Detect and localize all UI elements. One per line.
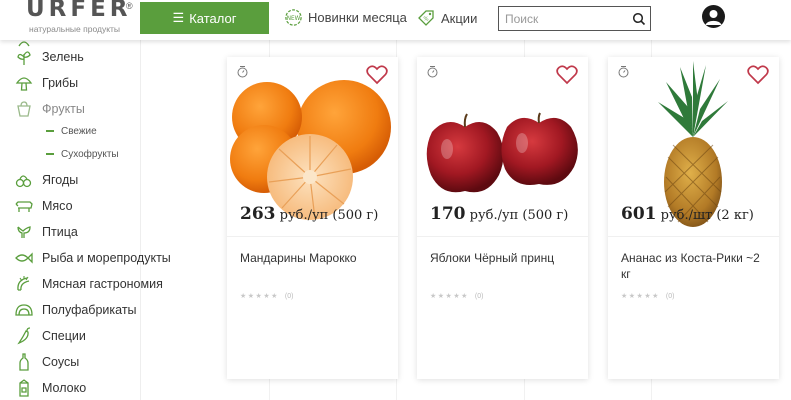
sidebar-item-label: Рыба и морепродукты <box>42 251 171 265</box>
product-card[interactable]: 170 руб./уп (500 г) Яблоки Чёрный принц … <box>417 57 588 379</box>
price-unit: руб./шт (2 кг) <box>660 208 754 223</box>
sidebar-item-label: Грибы <box>42 76 79 90</box>
product-card[interactable]: 601 руб./шт (2 кг) Ананас из Коста-Рики … <box>608 57 779 379</box>
sidebar-item-label: Ягоды <box>42 173 79 187</box>
dash-marker <box>46 130 54 132</box>
rating-stars-icon: ★★★★★ <box>621 293 660 300</box>
sidebar-item-fish[interactable]: Рыба и морепродукты <box>14 249 171 267</box>
product-name[interactable]: Яблоки Чёрный принц <box>430 250 580 266</box>
nav-new-of-month[interactable]: NEW Новинки месяца <box>284 8 407 27</box>
category-sidebar: Зелень Грибы Фрукты Свежие Сухофрукты Яг… <box>0 40 171 400</box>
bird-icon <box>14 223 34 241</box>
sidebar-item-berries[interactable]: Ягоды <box>14 171 78 189</box>
sidebar-item-milk[interactable]: Молоко <box>14 379 86 397</box>
sidebar-item-spices[interactable]: Специи <box>14 327 86 345</box>
nav-new-of-month-label: Новинки месяца <box>308 10 407 25</box>
sidebar-item-semi-finished[interactable]: Полуфабрикаты <box>14 301 137 319</box>
nav-promotions[interactable]: % Акции <box>416 8 477 28</box>
product-rating[interactable]: ★★★★★ (0) <box>240 292 294 301</box>
nav-promotions-label: Акции <box>441 10 478 26</box>
product-card[interactable]: 263 руб./уп (500 г) Мандарины Марокко ★★… <box>227 57 398 379</box>
fish-icon <box>14 249 34 267</box>
product-name[interactable]: Мандарины Марокко <box>240 250 390 266</box>
price-value: 170 <box>430 204 466 224</box>
sidebar-item-poultry[interactable]: Птица <box>14 223 78 241</box>
search-input[interactable] <box>499 11 627 26</box>
svg-text:%: % <box>423 17 428 23</box>
rating-count: (0) <box>284 292 294 300</box>
sidebar-item-label: Полуфабрикаты <box>42 303 137 317</box>
rating-stars-icon: ★★★★★ <box>240 293 279 300</box>
logo-text: URFER <box>26 0 132 22</box>
sidebar-item-sauces[interactable]: Соусы <box>14 353 79 371</box>
sidebar-item-meat[interactable]: Мясо <box>14 197 73 215</box>
search-box <box>498 6 651 31</box>
svg-text:NEW: NEW <box>287 16 301 22</box>
logo[interactable]: URFER ® натуральные продукты <box>26 0 136 38</box>
price-value: 601 <box>621 204 657 224</box>
divider <box>227 236 398 237</box>
sidebar-item-meat-deli[interactable]: Мясная гастрономия <box>14 275 163 293</box>
sidebar-item-fruits[interactable]: Фрукты <box>14 100 85 118</box>
product-rating[interactable]: ★★★★★ (0) <box>430 292 484 301</box>
rating-count: (0) <box>474 292 484 300</box>
price-unit: руб./уп (500 г) <box>279 208 379 223</box>
catalog-button-label: Каталог <box>189 10 237 26</box>
menu-icon: ☰ <box>172 10 185 25</box>
logo-registered-mark: ® <box>126 1 133 11</box>
sidebar-subitem-label: Свежие <box>61 125 97 137</box>
divider <box>417 236 588 237</box>
discount-tag-icon: % <box>418 10 434 26</box>
greens-icon <box>14 48 34 66</box>
bottle-icon <box>14 353 34 371</box>
sidebar-item-label: Соусы <box>42 355 80 369</box>
sidebar-item-label: Птица <box>42 225 78 239</box>
sidebar-item-mushrooms[interactable]: Грибы <box>14 74 78 92</box>
logo-subtitle: натуральные продукты <box>29 24 121 34</box>
mushroom-icon <box>14 74 34 92</box>
pepper-icon <box>14 327 34 345</box>
dumplings-icon <box>14 301 34 319</box>
favorite-heart-icon[interactable] <box>366 65 388 85</box>
sidebar-subitem-label: Сухофрукты <box>61 148 119 160</box>
new-badge-icon: NEW <box>285 9 302 26</box>
product-price: 170 руб./уп (500 г) <box>430 204 568 224</box>
sausage-icon <box>14 275 34 293</box>
rating-stars-icon: ★★★★★ <box>430 293 469 300</box>
sidebar-item-label: Молоко <box>42 381 87 395</box>
milk-icon <box>14 379 34 397</box>
sidebar-subitem-fresh[interactable]: Свежие <box>46 124 97 138</box>
rating-count: (0) <box>665 292 675 300</box>
divider <box>608 236 779 237</box>
product-price: 601 руб./шт (2 кг) <box>621 204 754 224</box>
catalog-button[interactable]: ☰ Каталог <box>140 2 269 34</box>
sidebar-item-label: Специи <box>42 329 86 343</box>
product-price: 263 руб./уп (500 г) <box>240 204 378 224</box>
sidebar-item-label: Фрукты <box>42 102 85 116</box>
price-value: 263 <box>240 204 276 224</box>
product-name[interactable]: Ананас из Коста-Рики ~2 кг <box>621 250 771 282</box>
product-rating[interactable]: ★★★★★ (0) <box>621 292 675 301</box>
fruit-icon <box>14 100 34 118</box>
sidebar-subitem-dried[interactable]: Сухофрукты <box>46 147 119 161</box>
weight-scale-icon <box>427 66 438 78</box>
berries-icon <box>14 171 34 189</box>
weight-scale-icon <box>237 66 248 78</box>
price-unit: руб./уп (500 г) <box>469 208 569 223</box>
cow-icon <box>14 197 34 215</box>
sidebar-item-label: Мясная гастрономия <box>42 277 163 291</box>
favorite-heart-icon[interactable] <box>556 65 578 85</box>
header: URFER ® натуральные продукты ☰ Каталог N… <box>0 0 791 40</box>
favorite-heart-icon[interactable] <box>747 65 769 85</box>
weight-scale-icon <box>618 66 629 78</box>
search-icon[interactable] <box>632 12 646 26</box>
sidebar-item-label: Мясо <box>42 199 73 213</box>
dash-marker <box>46 153 54 155</box>
sidebar-item-label: Зелень <box>42 50 84 64</box>
sidebar-item-greens[interactable]: Зелень <box>14 48 84 66</box>
user-account-icon[interactable] <box>702 5 725 28</box>
